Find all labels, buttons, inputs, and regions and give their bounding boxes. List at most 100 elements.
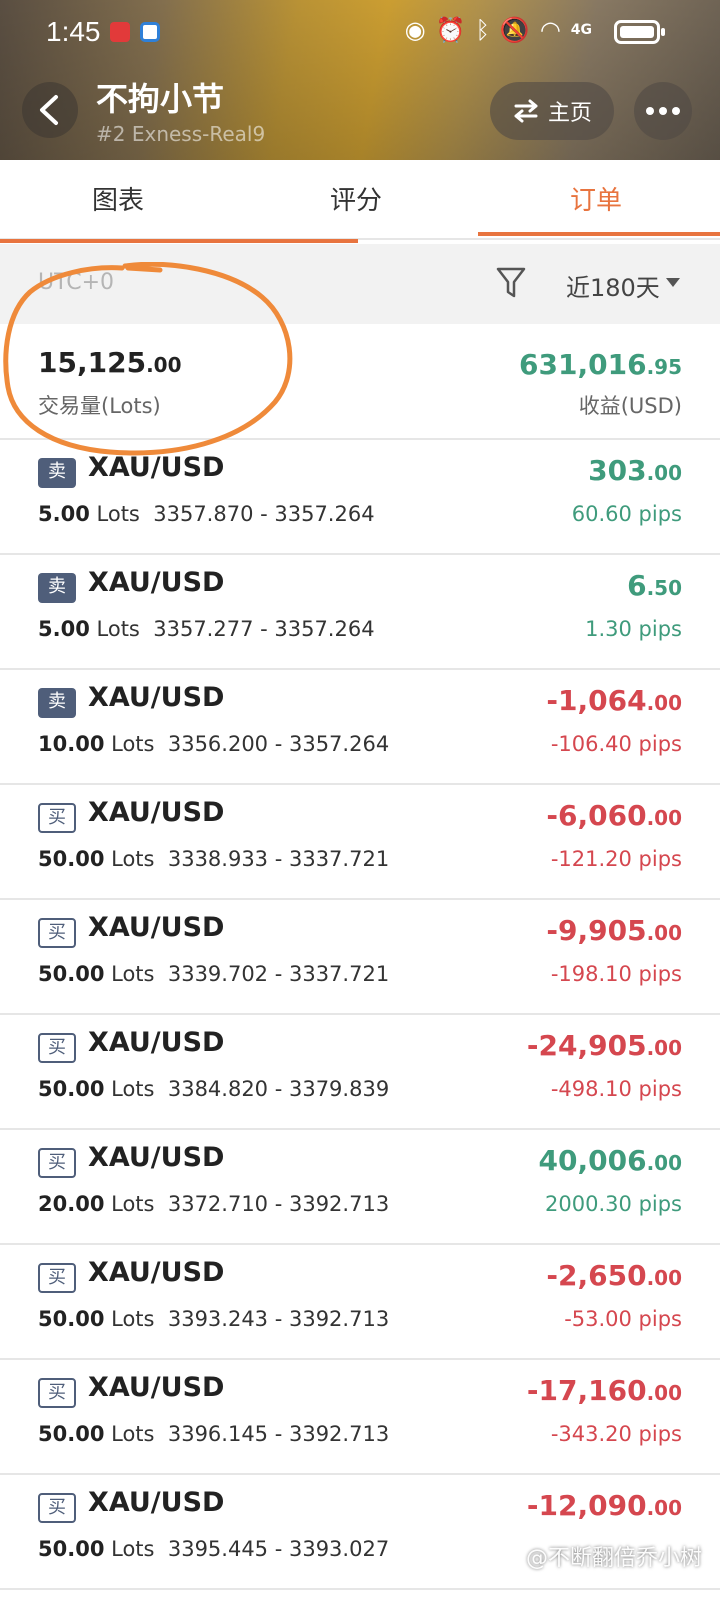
more-options-button[interactable]	[634, 82, 692, 140]
order-lots: 5.00	[38, 617, 90, 641]
order-profit-integer: 303	[588, 454, 647, 487]
order-profit-decimal: .00	[646, 1151, 682, 1175]
order-profit-decimal: .00	[646, 691, 682, 715]
order-detail: 50.00 Lots 3338.933 - 3337.721	[38, 847, 389, 871]
order-detail: 5.00 Lots 3357.870 - 3357.264	[38, 502, 375, 526]
order-lots: 10.00	[38, 732, 105, 756]
order-pips: -498.10 pips	[550, 1077, 682, 1101]
order-pips: -106.40 pips	[550, 732, 682, 756]
profit-decimal: .95	[646, 355, 682, 379]
order-row[interactable]: 卖 XAU/USD 5.00 Lots 3357.277 - 3357.264 6.5…	[0, 555, 720, 670]
date-range-select[interactable]: 近180天	[566, 268, 660, 303]
timezone-label: UTC+0	[38, 270, 115, 295]
page-title: 不拘小节	[96, 80, 225, 118]
order-side-badge: 卖	[38, 458, 76, 488]
order-prices: 3357.870 - 3357.264	[153, 502, 375, 526]
order-detail: 10.00 Lots 3356.200 - 3357.264	[38, 732, 389, 756]
order-lots: 20.00	[38, 1192, 105, 1216]
order-lots-unit: Lots	[111, 732, 155, 756]
watermark: @不断翻倍乔小树	[525, 1546, 702, 1571]
filter-icon[interactable]	[496, 266, 526, 300]
order-row[interactable]: 买 XAU/USD 50.00 Lots 3384.820 - 3379.839 -2…	[0, 1015, 720, 1130]
order-row[interactable]: 买 XAU/USD 50.00 Lots 3339.702 - 3337.721 -9…	[0, 900, 720, 1015]
order-row[interactable]: 买 XAU/USD 50.00 Lots 3396.145 - 3392.713 -1…	[0, 1360, 720, 1475]
order-detail: 50.00 Lots 3395.445 - 3393.027	[38, 1537, 389, 1561]
order-side-badge: 买	[38, 1378, 76, 1408]
order-pips: 2000.30 pips	[545, 1192, 682, 1216]
order-row[interactable]: 卖 XAU/USD 5.00 Lots 3357.870 - 3357.264 303…	[0, 440, 720, 555]
order-pips: -343.20 pips	[550, 1422, 682, 1446]
tab-active-indicator	[478, 232, 720, 236]
order-symbol: XAU/USD	[88, 1142, 225, 1173]
order-detail: 50.00 Lots 3396.145 - 3392.713	[38, 1422, 389, 1446]
wifi-icon: ◠	[539, 16, 561, 44]
security-app-icon	[140, 22, 160, 42]
order-side-badge: 买	[38, 1033, 76, 1063]
order-lots-unit: Lots	[111, 1077, 155, 1101]
order-detail: 50.00 Lots 3339.702 - 3337.721	[38, 962, 389, 986]
order-prices: 3395.445 - 3393.027	[167, 1537, 390, 1561]
volume-decimal: .00	[146, 353, 182, 377]
order-row[interactable]: 买 XAU/USD 20.00 Lots 3372.710 - 3392.713 40…	[0, 1130, 720, 1245]
order-symbol: XAU/USD	[88, 452, 225, 483]
battery-icon	[614, 20, 665, 44]
tab-chart[interactable]: 图表	[92, 180, 144, 217]
order-side-badge: 买	[38, 803, 76, 833]
order-lots-unit: Lots	[96, 617, 140, 641]
more-dots-icon	[646, 107, 654, 115]
order-profit-integer: -6,060	[546, 799, 647, 832]
orders-list: 卖 XAU/USD 5.00 Lots 3357.870 - 3357.264 303…	[0, 440, 720, 1590]
order-row[interactable]: 买 XAU/USD 50.00 Lots 3393.243 - 3392.713 -2…	[0, 1245, 720, 1360]
caret-down-icon[interactable]	[666, 278, 680, 287]
order-prices: 3393.243 - 3392.713	[167, 1307, 390, 1331]
order-profit-integer: 6	[627, 569, 647, 602]
swap-icon	[514, 99, 538, 123]
tab-score[interactable]: 评分	[330, 180, 382, 217]
order-profit-integer: -24,905	[526, 1029, 647, 1062]
tab-orders[interactable]: 订单	[570, 180, 622, 217]
order-profit: -1,064.00	[546, 684, 682, 717]
status-bar: 1:45 ◉ ⏰ ᛒ 🔕 ◠ 4G	[0, 0, 720, 62]
order-profit-integer: 40,006	[538, 1144, 647, 1177]
notification-app-icon	[110, 22, 130, 42]
order-symbol: XAU/USD	[88, 682, 225, 713]
order-profit: -12,090.00	[527, 1489, 682, 1522]
order-row[interactable]: 买 XAU/USD 50.00 Lots 3338.933 - 3337.721 -6…	[0, 785, 720, 900]
volume-label: 交易量(Lots)	[38, 394, 161, 418]
order-prices: 3338.933 - 3337.721	[167, 847, 390, 871]
order-side-badge: 卖	[38, 688, 76, 718]
order-prices: 3372.710 - 3392.713	[167, 1192, 390, 1216]
order-symbol: XAU/USD	[88, 912, 225, 943]
filter-bar: UTC+0 近180天	[0, 244, 720, 324]
order-symbol: XAU/USD	[88, 567, 225, 598]
order-row[interactable]: 卖 XAU/USD 10.00 Lots 3356.200 - 3357.264 -1…	[0, 670, 720, 785]
order-lots: 50.00	[38, 1537, 105, 1561]
eye-icon: ◉	[404, 16, 426, 44]
order-lots: 5.00	[38, 502, 90, 526]
order-profit: 40,006.00	[539, 1144, 683, 1177]
home-button[interactable]: 主页	[490, 82, 614, 140]
order-lots-unit: Lots	[111, 1307, 155, 1331]
order-profit: 303.00	[588, 454, 682, 487]
status-time: 1:45	[46, 16, 101, 47]
order-profit: 6.50	[627, 569, 682, 602]
order-pips: -53.00 pips	[564, 1307, 682, 1331]
order-side-badge: 买	[38, 1493, 76, 1523]
order-pips: -121.20 pips	[550, 847, 682, 871]
order-side-badge: 买	[38, 1263, 76, 1293]
order-detail: 50.00 Lots 3393.243 - 3392.713	[38, 1307, 389, 1331]
order-profit-decimal: .00	[646, 806, 682, 830]
order-pips: 1.30 pips	[585, 617, 682, 641]
profit-integer: 631,016	[519, 348, 647, 381]
tab-scroll-indicator	[0, 239, 358, 243]
back-button[interactable]	[22, 82, 78, 138]
order-profit-integer: -2,650	[546, 1259, 647, 1292]
order-lots-unit: Lots	[111, 1537, 155, 1561]
order-profit-decimal: .00	[646, 1266, 682, 1290]
profit-label: 收益(USD)	[578, 394, 682, 418]
volume-integer: 15,125	[38, 346, 147, 379]
order-lots-unit: Lots	[111, 847, 155, 871]
order-side-badge: 买	[38, 918, 76, 948]
network-label: 4G	[570, 22, 592, 38]
order-row[interactable]: 买 XAU/USD 50.00 Lots 3395.445 - 3393.027 -1…	[0, 1475, 720, 1590]
